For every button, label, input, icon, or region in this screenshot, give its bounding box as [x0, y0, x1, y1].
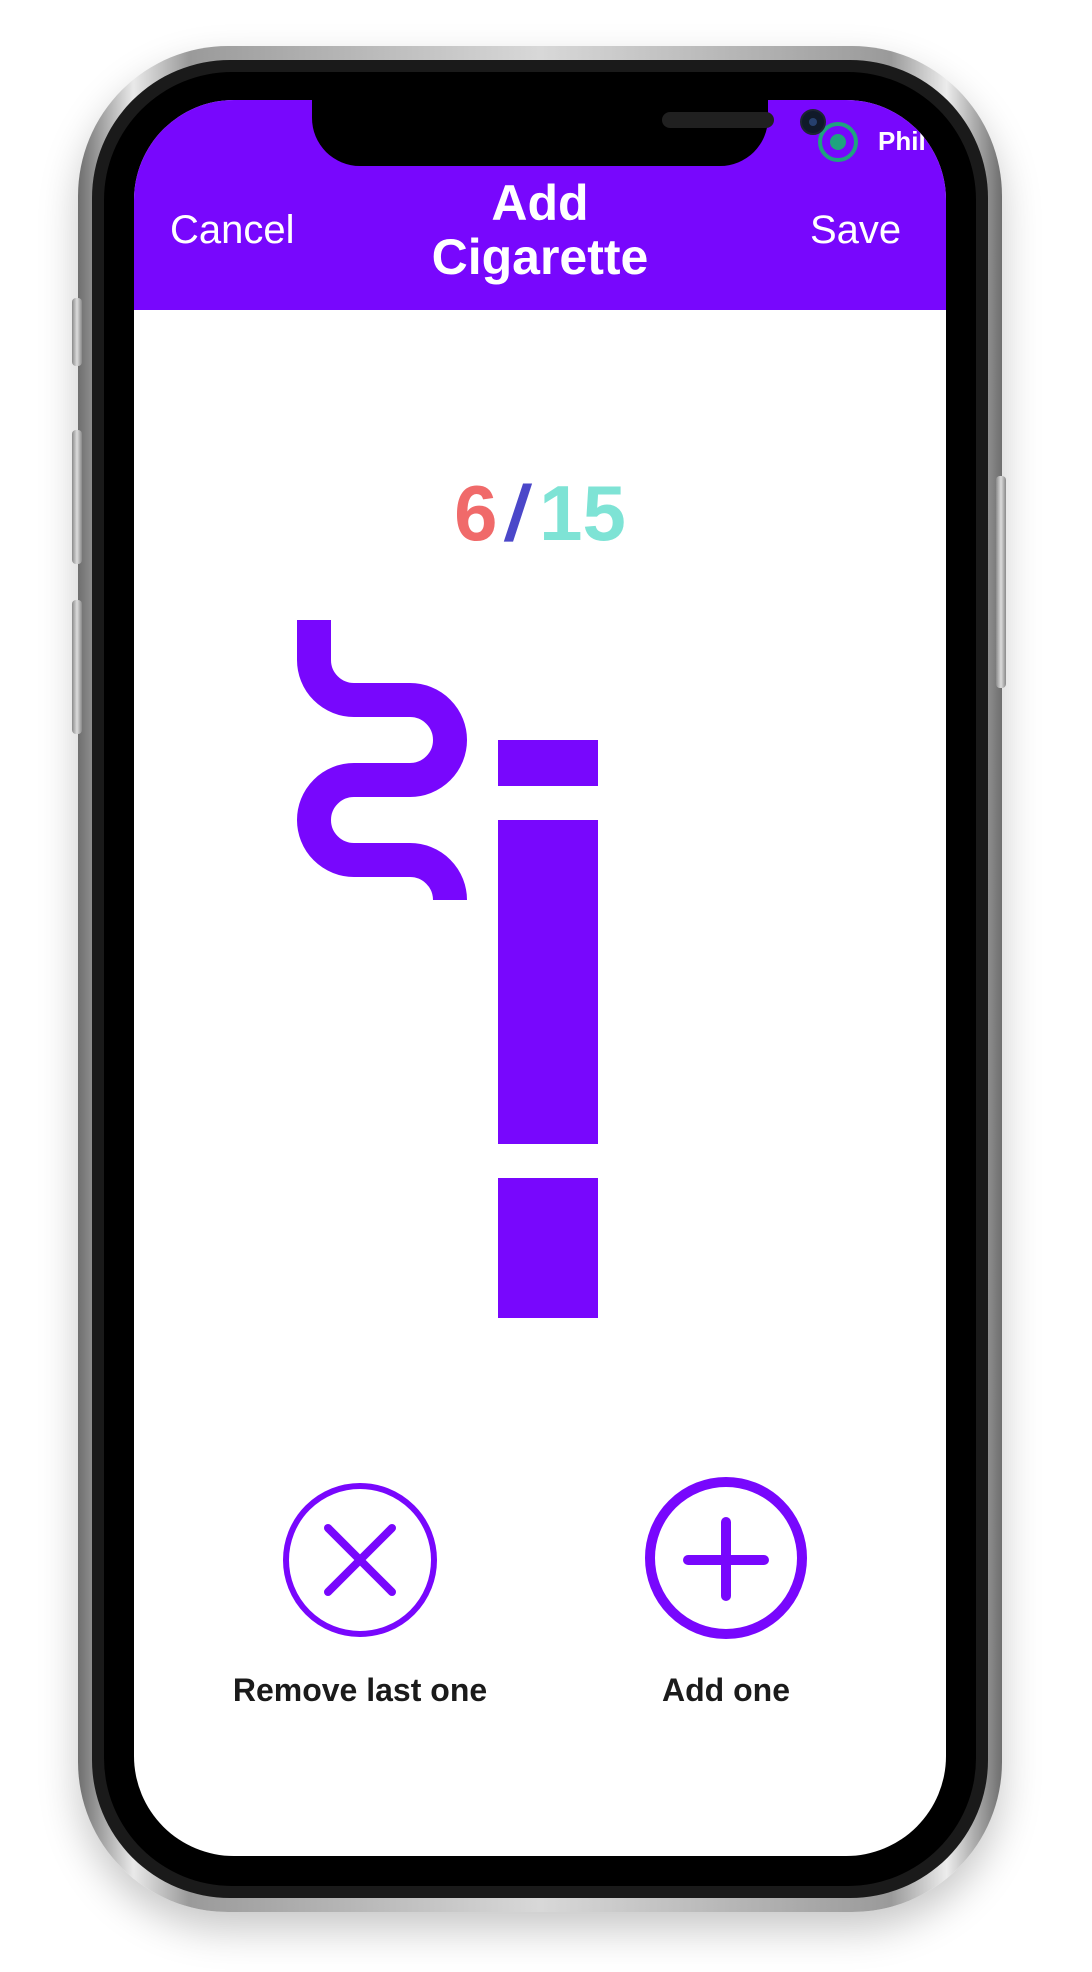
- cancel-button[interactable]: Cancel: [170, 208, 295, 253]
- page-title-line2: Cigarette: [431, 229, 649, 285]
- power-button: [996, 476, 1006, 688]
- page-title: Add Cigarette: [340, 176, 740, 284]
- remove-last-label[interactable]: Remove last one: [230, 1672, 490, 1708]
- volume-up-button: [72, 430, 82, 564]
- counter-separator: /: [501, 469, 536, 557]
- speaker-grille: [662, 112, 774, 128]
- cigarette-counter: 6/15: [134, 468, 946, 559]
- device-notch: [312, 100, 826, 166]
- cigarette-icon: [297, 620, 598, 1318]
- counter-total: 15: [539, 469, 626, 557]
- page-title-line1: Add: [491, 175, 589, 231]
- save-button[interactable]: Save: [810, 208, 901, 253]
- close-icon[interactable]: [282, 1482, 438, 1638]
- counter-current: 6: [454, 469, 498, 557]
- front-camera: [800, 109, 826, 135]
- plus-icon[interactable]: [644, 1476, 808, 1640]
- add-one-label[interactable]: Add one: [596, 1672, 856, 1708]
- volume-down-button: [72, 600, 82, 734]
- app-screen: Cancel Add Cigarette Save Phil 6/15 Remo…: [134, 100, 946, 1856]
- user-name[interactable]: Phil: [878, 126, 926, 157]
- silent-switch: [72, 298, 82, 366]
